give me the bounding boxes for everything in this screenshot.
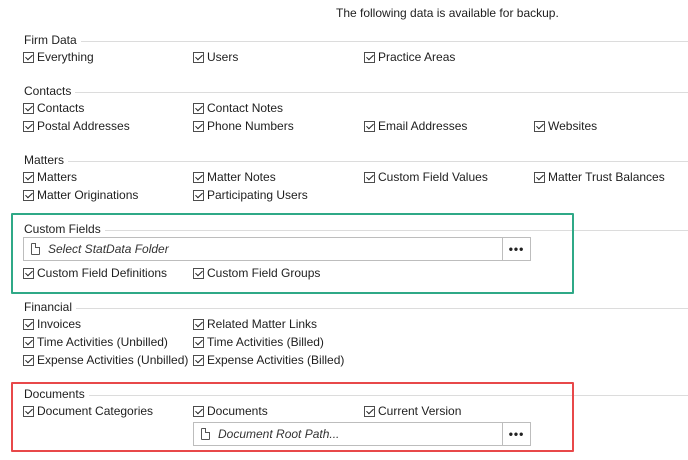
checkbox-box[interactable] bbox=[193, 318, 204, 330]
checkbox-box[interactable] bbox=[23, 102, 34, 114]
checkbox-box[interactable] bbox=[193, 336, 204, 348]
checkbox-everything[interactable]: Everything bbox=[23, 50, 94, 64]
checkbox-label: Matters bbox=[37, 170, 78, 184]
custom-fields-highlight bbox=[11, 213, 574, 294]
checkbox-box[interactable] bbox=[23, 189, 34, 201]
section-contacts: Contacts bbox=[24, 84, 688, 124]
checkbox-postal-addresses[interactable]: Postal Addresses bbox=[23, 119, 130, 133]
checkbox-box[interactable] bbox=[23, 354, 34, 366]
checkbox-label: Users bbox=[207, 50, 239, 64]
checkbox-label: Participating Users bbox=[207, 188, 308, 202]
checkbox-label: Everything bbox=[37, 50, 94, 64]
checkbox-contacts[interactable]: Contacts bbox=[23, 101, 84, 115]
checkbox-matter-originations[interactable]: Matter Originations bbox=[23, 188, 138, 202]
checkbox-label: Postal Addresses bbox=[37, 119, 130, 133]
header-text: The following data is available for back… bbox=[336, 6, 559, 20]
section-financial: Financial bbox=[24, 300, 688, 340]
checkbox-box[interactable] bbox=[193, 189, 204, 201]
checkbox-box[interactable] bbox=[23, 336, 34, 348]
checkbox-label: Invoices bbox=[37, 317, 82, 331]
checkbox-label: Contacts bbox=[37, 101, 85, 115]
checkbox-email-addresses[interactable]: Email Addresses bbox=[364, 119, 467, 133]
checkbox-matters[interactable]: Matters bbox=[23, 170, 77, 184]
checkbox-label: Practice Areas bbox=[378, 50, 456, 64]
divider bbox=[24, 308, 688, 309]
checkbox-box[interactable] bbox=[193, 102, 204, 114]
divider bbox=[24, 161, 688, 162]
checkbox-practice-areas[interactable]: Practice Areas bbox=[364, 50, 455, 64]
checkbox-label: Time Activities (Billed) bbox=[207, 335, 324, 349]
divider bbox=[24, 92, 688, 93]
checkbox-box[interactable] bbox=[534, 120, 545, 132]
section-title: Financial bbox=[24, 300, 77, 314]
checkbox-contact-notes[interactable]: Contact Notes bbox=[193, 101, 283, 115]
checkbox-time-activities-billed[interactable]: Time Activities (Billed) bbox=[193, 335, 324, 349]
checkbox-label: Matter Notes bbox=[207, 170, 276, 184]
checkbox-box[interactable] bbox=[193, 120, 204, 132]
checkbox-matter-trust-balances[interactable]: Matter Trust Balances bbox=[534, 170, 665, 184]
checkbox-users[interactable]: Users bbox=[193, 50, 238, 64]
checkbox-box[interactable] bbox=[364, 171, 375, 183]
checkbox-label: Matter Originations bbox=[37, 188, 139, 202]
checkbox-box[interactable] bbox=[23, 51, 34, 63]
checkbox-label: Matter Trust Balances bbox=[548, 170, 665, 184]
checkbox-box[interactable] bbox=[23, 171, 34, 183]
checkbox-label: Phone Numbers bbox=[207, 119, 294, 133]
checkbox-box[interactable] bbox=[364, 51, 375, 63]
checkbox-box[interactable] bbox=[23, 120, 34, 132]
checkbox-box[interactable] bbox=[534, 171, 545, 183]
checkbox-box[interactable] bbox=[193, 171, 204, 183]
section-firm-data: Firm Data bbox=[24, 33, 688, 73]
checkbox-participating-users[interactable]: Participating Users bbox=[193, 188, 308, 202]
section-title: Contacts bbox=[24, 84, 76, 98]
checkbox-related-matter-links[interactable]: Related Matter Links bbox=[193, 317, 317, 331]
checkbox-label: Related Matter Links bbox=[207, 317, 318, 331]
checkbox-time-activities-unbilled[interactable]: Time Activities (Unbilled) bbox=[23, 335, 168, 349]
checkbox-matter-notes[interactable]: Matter Notes bbox=[193, 170, 276, 184]
checkbox-label: Email Addresses bbox=[378, 119, 468, 133]
checkbox-label: Contact Notes bbox=[207, 101, 284, 115]
checkbox-phone-numbers[interactable]: Phone Numbers bbox=[193, 119, 294, 133]
checkbox-box[interactable] bbox=[23, 318, 34, 330]
checkbox-label: Time Activities (Unbilled) bbox=[37, 335, 168, 349]
checkbox-label: Expense Activities (Unbilled) bbox=[37, 353, 189, 367]
checkbox-box[interactable] bbox=[193, 51, 204, 63]
divider bbox=[24, 41, 688, 42]
checkbox-expense-activities-unbilled[interactable]: Expense Activities (Unbilled) bbox=[23, 353, 188, 367]
section-title: Firm Data bbox=[24, 33, 81, 47]
checkbox-box[interactable] bbox=[193, 354, 204, 366]
checkbox-custom-field-values[interactable]: Custom Field Values bbox=[364, 170, 488, 184]
checkbox-label: Expense Activities (Billed) bbox=[207, 353, 345, 367]
section-title: Matters bbox=[24, 153, 69, 167]
checkbox-invoices[interactable]: Invoices bbox=[23, 317, 81, 331]
checkbox-box[interactable] bbox=[364, 120, 375, 132]
documents-highlight bbox=[11, 382, 574, 452]
checkbox-expense-activities-billed[interactable]: Expense Activities (Billed) bbox=[193, 353, 344, 367]
checkbox-websites[interactable]: Websites bbox=[534, 119, 597, 133]
checkbox-label: Custom Field Values bbox=[378, 170, 488, 184]
checkbox-label: Websites bbox=[548, 119, 598, 133]
